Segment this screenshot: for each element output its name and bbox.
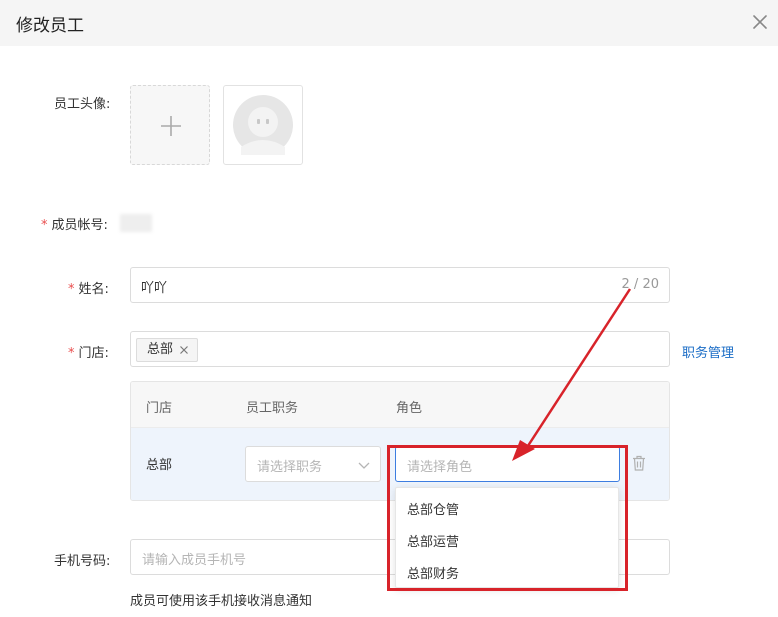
dialog-title: 修改员工 xyxy=(16,16,84,36)
store-label: * 门店: xyxy=(68,346,109,361)
role-option-operations[interactable]: 总部运营 xyxy=(407,531,459,550)
table-header-store: 门店 xyxy=(146,401,173,416)
account-label: * 成员帐号: xyxy=(41,218,108,233)
row-store-name: 总部 xyxy=(146,458,173,473)
role-select[interactable]: 请选择角色 xyxy=(395,446,620,482)
store-tag-label: 总部 xyxy=(147,342,174,357)
name-label: * 姓名: xyxy=(68,282,109,297)
name-input[interactable]: 吖吖 2 / 20 xyxy=(130,267,670,303)
tag-close-icon[interactable] xyxy=(179,345,189,355)
store-tag: 总部 xyxy=(136,338,199,362)
phone-hint: 成员可使用该手机接收消息通知 xyxy=(130,594,313,609)
phone-label: 手机号码: xyxy=(54,554,111,569)
name-char-counter: 2 / 20 xyxy=(621,277,659,292)
avatar-label: 员工头像: xyxy=(54,97,111,112)
store-role-table: 门店 员工职务 角色 总部 请选择职务 请选择角色 xyxy=(130,381,670,501)
role-option-finance[interactable]: 总部财务 xyxy=(407,563,459,582)
dialog-header: 修改员工 xyxy=(0,0,778,46)
role-dropdown-menu: 总部仓管 总部运营 总部财务 xyxy=(395,487,619,588)
role-option-warehouse[interactable]: 总部仓管 xyxy=(407,499,459,518)
close-icon[interactable] xyxy=(750,12,770,32)
trash-icon[interactable] xyxy=(632,455,646,471)
plus-icon xyxy=(161,116,181,136)
phone-input-placeholder: 请输入成员手机号 xyxy=(142,553,247,568)
position-select[interactable]: 请选择职务 xyxy=(245,446,381,482)
avatar-upload-button[interactable] xyxy=(130,85,210,165)
table-header-role: 角色 xyxy=(396,401,423,416)
chevron-down-icon xyxy=(358,462,370,469)
position-management-link[interactable]: 职务管理 xyxy=(682,342,734,361)
table-header-position: 员工职务 xyxy=(246,401,299,416)
avatar-placeholder-icon xyxy=(233,95,293,155)
account-value-redacted xyxy=(120,214,152,232)
annotation-arrow-icon xyxy=(512,288,632,461)
store-select[interactable] xyxy=(130,331,670,367)
avatar xyxy=(223,85,303,165)
position-select-placeholder: 请选择职务 xyxy=(257,460,323,475)
name-input-value: 吖吖 xyxy=(141,281,168,296)
table-header: 门店 员工职务 角色 xyxy=(131,382,669,428)
role-select-placeholder: 请选择角色 xyxy=(407,460,473,475)
